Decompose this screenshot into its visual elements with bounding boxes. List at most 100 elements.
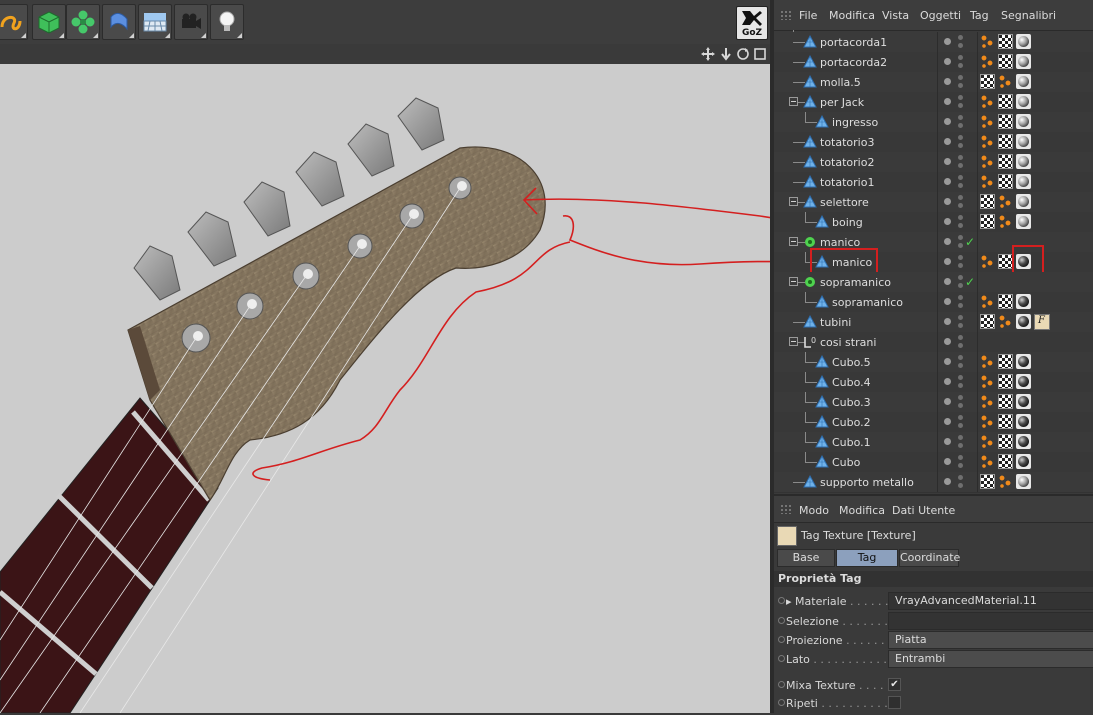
editor-visibility-dot[interactable]: [944, 38, 951, 45]
render-visibility-dot[interactable]: [958, 143, 963, 148]
property-link-field[interactable]: VrayAdvancedMaterial.11: [888, 592, 1093, 610]
light-icon[interactable]: [210, 4, 244, 40]
object-row[interactable]: tubini: [774, 312, 1093, 333]
render-visibility-dot[interactable]: [958, 315, 963, 320]
object-row[interactable]: totatorio2: [774, 152, 1093, 173]
object-name[interactable]: ingresso: [832, 116, 878, 129]
collapse-toggle[interactable]: [789, 197, 798, 206]
render-visibility-dot[interactable]: [958, 83, 963, 88]
animate-toggle[interactable]: [778, 636, 785, 643]
uvw-tag-icon[interactable]: [980, 194, 995, 209]
deformer-icon[interactable]: [102, 4, 136, 40]
object-row[interactable]: manico: [774, 245, 1093, 277]
property-link-field[interactable]: [888, 612, 1093, 630]
render-visibility-dot[interactable]: [958, 223, 963, 228]
floor-icon[interactable]: [138, 4, 172, 40]
spline-tool-icon[interactable]: [0, 4, 28, 40]
render-visibility-dot[interactable]: [958, 263, 963, 268]
render-visibility-dot[interactable]: [958, 195, 963, 200]
object-name[interactable]: boing: [832, 216, 863, 229]
texture-tag-icon[interactable]: [1034, 314, 1050, 330]
editor-visibility-dot[interactable]: [944, 58, 951, 65]
render-visibility-dot[interactable]: [958, 35, 963, 40]
maximize-view-icon[interactable]: [753, 47, 767, 61]
uvw-tag-icon[interactable]: [998, 374, 1013, 389]
material-tag-icon[interactable]: [1016, 154, 1031, 169]
editor-visibility-dot[interactable]: [944, 398, 951, 405]
editor-visibility-dot[interactable]: [944, 78, 951, 85]
uvw-tag-icon[interactable]: [998, 454, 1013, 469]
animate-toggle[interactable]: [778, 699, 785, 706]
enabled-check-icon[interactable]: ✓: [965, 275, 975, 289]
object-name[interactable]: totatorio2: [820, 156, 874, 169]
render-visibility-dot[interactable]: [958, 75, 963, 80]
render-visibility-dot[interactable]: [958, 423, 963, 428]
object-name[interactable]: portacorda1: [820, 36, 887, 49]
move-view-icon[interactable]: [701, 47, 715, 61]
render-visibility-dot[interactable]: [958, 95, 963, 100]
render-visibility-dot[interactable]: [958, 295, 963, 300]
render-visibility-dot[interactable]: [958, 123, 963, 128]
uvw-tag-icon[interactable]: [980, 314, 995, 329]
property-dropdown[interactable]: Entrambi: [888, 650, 1093, 668]
object-row[interactable]: sopramanico: [774, 292, 1093, 313]
tab-tag[interactable]: Tag: [836, 549, 898, 567]
editor-visibility-dot[interactable]: [944, 158, 951, 165]
property-checkbox[interactable]: ✔: [888, 678, 901, 691]
property-dropdown[interactable]: Piatta: [888, 631, 1093, 649]
render-visibility-dot[interactable]: [958, 283, 963, 288]
animate-toggle[interactable]: [778, 681, 785, 688]
material-tag-icon[interactable]: [1016, 134, 1031, 149]
object-name[interactable]: per Jack: [820, 96, 864, 109]
object-row[interactable]: portacorda1: [774, 32, 1093, 53]
render-visibility-dot[interactable]: [958, 443, 963, 448]
collapse-toggle[interactable]: [789, 277, 798, 286]
object-name[interactable]: tubini: [820, 316, 851, 329]
property-checkbox[interactable]: [888, 696, 901, 709]
menu-modifica[interactable]: Modifica: [839, 504, 885, 517]
object-row[interactable]: sopramanico ✓: [774, 272, 1093, 293]
render-visibility-dot[interactable]: [958, 475, 963, 480]
editor-visibility-dot[interactable]: [944, 238, 951, 245]
render-visibility-dot[interactable]: [958, 395, 963, 400]
material-tag-icon[interactable]: [1016, 314, 1031, 329]
material-tag-icon[interactable]: [1016, 54, 1031, 69]
tab-base[interactable]: Base: [777, 549, 835, 567]
animate-toggle[interactable]: [778, 597, 785, 604]
object-row[interactable]: Cubo.5: [774, 352, 1093, 373]
goz-button[interactable]: GoZ: [736, 6, 768, 40]
render-visibility-dot[interactable]: [958, 103, 963, 108]
render-visibility-dot[interactable]: [958, 55, 963, 60]
render-visibility-dot[interactable]: [958, 383, 963, 388]
editor-visibility-dot[interactable]: [944, 378, 951, 385]
editor-visibility-dot[interactable]: [944, 458, 951, 465]
object-name[interactable]: totatorio3: [820, 136, 874, 149]
object-row[interactable]: Cubo.1: [774, 432, 1093, 453]
grip-icon[interactable]: [780, 10, 792, 20]
phong-tag-icon[interactable]: [980, 134, 995, 149]
animate-toggle[interactable]: [778, 617, 785, 624]
phong-tag-icon[interactable]: [980, 294, 995, 309]
material-tag-icon[interactable]: [1016, 174, 1031, 189]
phong-tag-icon[interactable]: [998, 194, 1013, 209]
render-visibility-dot[interactable]: [958, 455, 963, 460]
tab-coordinate[interactable]: Coordinate: [899, 549, 960, 567]
render-visibility-dot[interactable]: [958, 303, 963, 308]
render-visibility-dot[interactable]: [958, 115, 963, 120]
phong-tag-icon[interactable]: [980, 34, 995, 49]
object-row[interactable]: ingresso: [774, 112, 1093, 133]
editor-visibility-dot[interactable]: [944, 218, 951, 225]
editor-visibility-dot[interactable]: [944, 198, 951, 205]
phong-tag-icon[interactable]: [998, 314, 1013, 329]
object-name[interactable]: sopramanico: [832, 296, 903, 309]
object-name[interactable]: cosi strani: [820, 336, 876, 349]
object-row[interactable]: Cubo: [774, 452, 1093, 473]
cube-object-icon[interactable]: [32, 4, 66, 40]
render-visibility-dot[interactable]: [958, 235, 963, 240]
uvw-tag-icon[interactable]: [998, 354, 1013, 369]
render-visibility-dot[interactable]: [958, 275, 963, 280]
phong-tag-icon[interactable]: [998, 214, 1013, 229]
object-name[interactable]: portacorda2: [820, 56, 887, 69]
expand-arrow-icon[interactable]: ▸: [786, 595, 795, 608]
phong-tag-icon[interactable]: [980, 394, 995, 409]
